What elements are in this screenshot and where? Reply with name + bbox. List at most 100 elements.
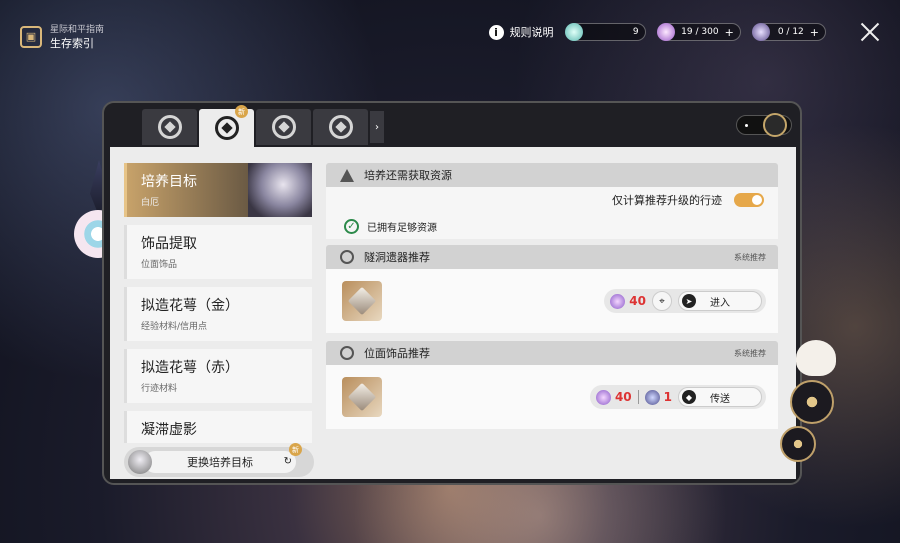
flower-ornament <box>790 380 834 424</box>
list-item-title: 拟造花萼（赤） <box>141 360 239 376</box>
trailblaze-power-icon <box>610 293 626 309</box>
list-item-cultivation-target[interactable]: 培养目标 白厄 <box>124 163 312 217</box>
brand: ▣ 星际和平指南 生存索引 <box>20 22 104 51</box>
emblem-icon <box>763 113 787 137</box>
cost: 40 <box>610 293 646 309</box>
ornament-actions: 40 1 ◆ 传送 <box>589 385 766 409</box>
location-pin-button[interactable]: ⌖ <box>652 291 672 311</box>
list-item-subtitle: 经验材料/信用点 <box>141 322 208 332</box>
character-portrait <box>248 163 312 217</box>
resource-value: 9 <box>632 27 639 37</box>
close-button[interactable] <box>860 22 880 42</box>
change-target-label: 更换培养目标 <box>144 451 296 473</box>
system-recommend-tag: 系统推荐 <box>734 252 766 262</box>
indicator-dot <box>745 124 748 127</box>
main-panel: 新 › 培养目标 白厄 饰品提取 位面饰品 拟造花萼（金） 经验材料/信用点 拟… <box>102 101 802 485</box>
cost-value: 40 <box>614 390 632 404</box>
tab-cultivation[interactable]: 新 <box>199 105 254 147</box>
section-header-ornaments: 位面饰品推荐 系统推荐 <box>326 341 778 365</box>
arrow-icon: ➤ <box>682 294 696 308</box>
new-badge: 新 <box>235 105 248 118</box>
relic-icon <box>340 250 354 264</box>
section-title: 培养还需获取资源 <box>364 169 452 182</box>
ornament-icon <box>340 346 354 360</box>
trailblaze-power-icon <box>656 23 675 41</box>
section-header-relics: 隧洞遗器推荐 系统推荐 <box>326 245 778 269</box>
gem-icon <box>347 382 377 412</box>
decoration-right <box>780 340 850 470</box>
info-icon: i <box>488 24 504 40</box>
cost-value: 40 <box>629 294 646 308</box>
list-item-title: 凝滞虚影 <box>141 422 197 438</box>
tab-survival-index-3[interactable] <box>256 109 311 145</box>
list-item-calyx-crimson[interactable]: 拟造花萼（赤） 行迹材料 <box>124 349 312 403</box>
teleport-icon: ◆ <box>682 390 696 404</box>
list-item-stagnant-shadow[interactable]: 凝滞虚影 <box>124 411 312 443</box>
flower-ornament <box>780 426 816 462</box>
relic-recommendation-row: 40 ⌖ ➤ 进入 <box>326 269 778 333</box>
ornament-recommendation-row: 40 1 ◆ 传送 <box>326 365 778 429</box>
resource-value: 19 / 300 <box>681 27 719 37</box>
content-area: 培养目标 白厄 饰品提取 位面饰品 拟造花萼（金） 经验材料/信用点 拟造花萼（… <box>110 147 796 479</box>
avatar <box>128 450 152 474</box>
list-item-ornament-extraction[interactable]: 饰品提取 位面饰品 <box>124 225 312 279</box>
category-tabs: 新 › <box>142 105 384 147</box>
tab-survival-index-4[interactable] <box>313 109 368 145</box>
list-item-title: 拟造花萼（金） <box>141 298 239 314</box>
immersifier-icon <box>644 389 660 405</box>
triangle-icon <box>340 168 354 182</box>
list-item-title: 饰品提取 <box>141 236 197 252</box>
guide-book-icon: ▣ <box>20 25 42 48</box>
teleport-label: 传送 <box>710 393 730 405</box>
cost-value: 1 <box>663 390 672 404</box>
gem-icon <box>347 286 377 316</box>
page-title: 生存索引 <box>50 37 94 50</box>
relic-item-image[interactable] <box>342 281 382 321</box>
cost: 40 <box>595 389 632 405</box>
star-rail-pass-icon <box>564 23 583 41</box>
relic-actions: 40 ⌖ ➤ 进入 <box>604 289 766 313</box>
panel-corner-widget <box>736 113 792 137</box>
system-recommend-tag: 系统推荐 <box>734 348 766 358</box>
resource-status: ✓ 已拥有足够资源 <box>326 213 778 239</box>
resource-reserve-power: 0 / 12 + <box>751 23 826 41</box>
recommendation-panel: 培养还需获取资源 仅计算推荐升级的行迹 ✓ 已拥有足够资源 隧洞遗器推荐 系统推… <box>326 163 778 437</box>
brand-subtitle: 星际和平指南 <box>50 25 105 35</box>
change-target-button[interactable]: 更换培养目标 ↻ 新 <box>124 443 314 477</box>
emblem-icon <box>214 116 239 140</box>
teleport-button[interactable]: ◆ 传送 <box>678 387 762 407</box>
resource-star-rail-pass: 9 <box>564 23 646 41</box>
resource-trailblaze-power: 19 / 300 + <box>656 23 741 41</box>
enter-button[interactable]: ➤ 进入 <box>678 291 762 311</box>
tab-scroll-right-button[interactable]: › <box>370 111 384 143</box>
rules-label: 规则说明 <box>509 26 554 39</box>
list-item-calyx-golden[interactable]: 拟造花萼（金） 经验材料/信用点 <box>124 287 312 341</box>
trailblaze-power-icon <box>595 389 611 405</box>
reserve-power-icon <box>751 23 770 41</box>
emblem-icon <box>271 115 296 139</box>
tab-survival-index-1[interactable] <box>142 109 197 145</box>
enter-label: 进入 <box>710 297 730 309</box>
cost-immersifier: 1 <box>644 389 672 405</box>
ornament-item-image[interactable] <box>342 377 382 417</box>
recommended-traces-toggle[interactable] <box>734 193 764 207</box>
rules-button[interactable]: i 规则说明 <box>488 24 554 40</box>
section-header-resources: 培养还需获取资源 <box>326 163 778 187</box>
domain-list: 培养目标 白厄 饰品提取 位面饰品 拟造花萼（金） 经验材料/信用点 拟造花萼（… <box>124 163 314 451</box>
list-item-subtitle: 位面饰品 <box>141 260 178 270</box>
add-reserve-power-button[interactable]: + <box>810 26 819 39</box>
toggle-label: 仅计算推荐升级的行迹 <box>612 194 722 207</box>
toggle-row: 仅计算推荐升级的行迹 <box>326 187 778 213</box>
section-title: 位面饰品推荐 <box>364 347 430 360</box>
emblem-icon <box>328 115 353 139</box>
section-title: 隧洞遗器推荐 <box>364 251 430 264</box>
status-text: 已拥有足够资源 <box>367 222 437 234</box>
list-item-subtitle: 行迹材料 <box>141 384 178 394</box>
new-badge: 新 <box>289 443 302 456</box>
resource-value: 0 / 12 <box>777 27 804 37</box>
add-trailblaze-power-button[interactable]: + <box>725 26 734 39</box>
emblem-icon <box>157 115 182 139</box>
check-icon: ✓ <box>344 218 359 234</box>
pompom-ornament <box>796 340 836 376</box>
refresh-icon: ↻ <box>283 456 292 467</box>
